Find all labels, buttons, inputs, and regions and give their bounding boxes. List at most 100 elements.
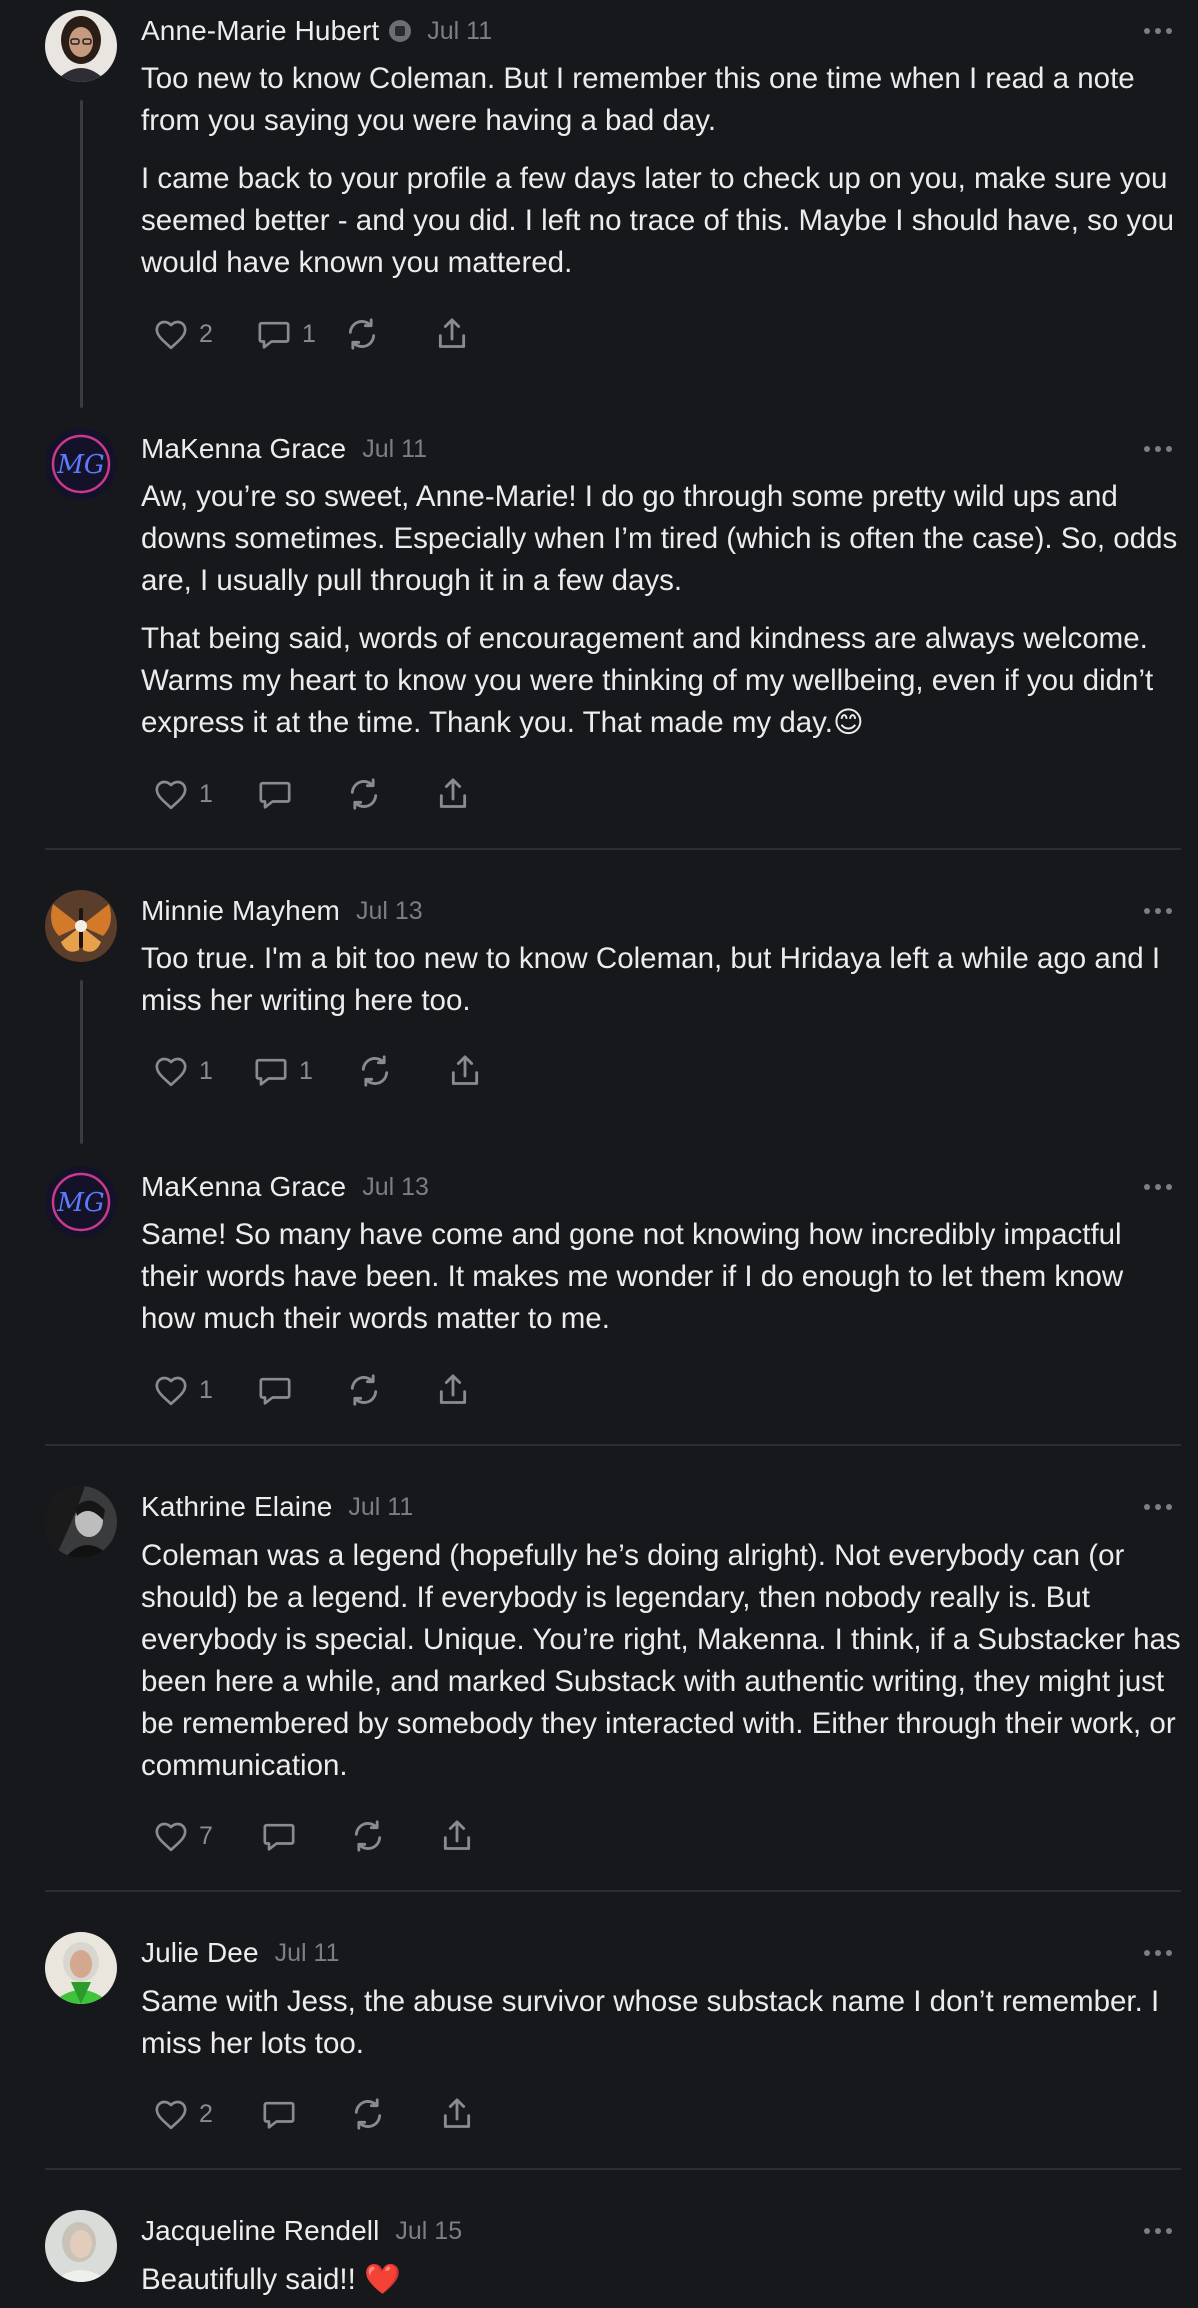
share-button[interactable] <box>437 2094 481 2134</box>
reply-count: 1 <box>299 1056 313 1085</box>
comment-body: Too new to know Coleman. But I remember … <box>141 58 1181 284</box>
author-name[interactable]: MaKenna Grace <box>141 1171 346 1203</box>
comment-paragraph: Coleman was a legend (hopefully he’s doi… <box>141 1539 1181 1782</box>
comment-date[interactable]: Jul 13 <box>362 1173 429 1202</box>
reply-button[interactable] <box>259 2094 348 2134</box>
more-dots-icon[interactable] <box>1136 1172 1180 1202</box>
share-icon <box>443 1820 471 1850</box>
author-name[interactable]: MaKenna Grace <box>141 433 346 465</box>
avatar-makenna-image: MG <box>45 428 117 500</box>
avatar-julie-image <box>45 1932 117 2004</box>
comment-paragraph: I came back to your profile a few days l… <box>141 162 1175 279</box>
share-button[interactable] <box>432 314 476 354</box>
restack-button[interactable] <box>348 1816 437 1856</box>
avatar[interactable] <box>45 1486 117 1558</box>
reply-count: 1 <box>302 319 316 348</box>
more-dots-icon[interactable] <box>1136 434 1180 464</box>
speech-bubble-icon <box>259 1377 291 1405</box>
comment-date[interactable]: Jul 11 <box>348 1493 413 1522</box>
comment-date[interactable]: Jul 13 <box>356 897 423 926</box>
author-name[interactable]: Kathrine Elaine <box>141 1491 332 1523</box>
more-dots-icon[interactable] <box>1136 896 1180 926</box>
like-button[interactable]: 1 <box>151 1051 251 1091</box>
reply-button[interactable]: 1 <box>251 1051 355 1091</box>
author-name[interactable]: Julie Dee <box>141 1937 259 1969</box>
comment-date[interactable]: Jul 11 <box>362 435 427 464</box>
divider <box>45 2168 1181 2170</box>
restack-button[interactable] <box>344 1370 433 1410</box>
divider <box>45 1444 1181 1446</box>
reply-button[interactable] <box>255 1370 344 1410</box>
restack-button[interactable] <box>342 314 432 354</box>
avatar[interactable] <box>45 1932 117 2004</box>
reply-button[interactable] <box>259 1816 348 1856</box>
share-button[interactable] <box>433 1370 477 1410</box>
heart-icon <box>155 2100 187 2130</box>
svg-text:MG: MG <box>56 450 104 480</box>
heart-icon <box>155 1057 187 1087</box>
subscriber-badge-icon <box>389 20 412 42</box>
comment-date[interactable]: Jul 11 <box>427 17 492 46</box>
comment-actions: 2 <box>151 2092 481 2136</box>
divider <box>45 848 1181 850</box>
avatar-minnie-image <box>45 890 117 962</box>
comment-paragraph: Too true. I'm a bit too new to know Cole… <box>141 942 1161 1017</box>
comment-header: MaKenna Grace Jul 11 <box>141 428 427 470</box>
avatar[interactable] <box>45 10 117 82</box>
speech-bubble-icon <box>263 1823 295 1851</box>
thread-line <box>80 100 83 408</box>
share-button[interactable] <box>445 1051 489 1091</box>
like-button[interactable]: 1 <box>151 774 255 814</box>
avatar[interactable]: MG <box>45 428 117 500</box>
comment-actions: 2 1 <box>151 312 476 356</box>
avatar[interactable] <box>45 2210 117 2282</box>
more-dots-icon[interactable] <box>1136 16 1180 46</box>
author-name[interactable]: Anne-Marie Hubert <box>141 15 379 47</box>
comment-body: Beautifully said!! ❤️ <box>141 2259 1181 2301</box>
author-name[interactable]: Minnie Mayhem <box>141 895 340 927</box>
restack-icon <box>354 1820 382 1852</box>
avatar[interactable]: MG <box>45 1166 117 1238</box>
more-dots-icon[interactable] <box>1136 2216 1180 2246</box>
share-icon <box>439 778 467 808</box>
share-icon <box>439 1374 467 1404</box>
restack-icon <box>350 778 378 810</box>
comment-header: Kathrine Elaine Jul 11 <box>141 1486 413 1528</box>
share-icon <box>443 2098 471 2128</box>
speech-bubble-icon <box>258 321 290 349</box>
heart-icon <box>155 780 187 810</box>
comment-date[interactable]: Jul 11 <box>275 1939 340 1968</box>
restack-button[interactable] <box>355 1051 445 1091</box>
restack-icon <box>361 1055 389 1087</box>
like-button[interactable]: 2 <box>151 2094 259 2134</box>
share-button[interactable] <box>437 1816 481 1856</box>
avatar[interactable] <box>45 890 117 962</box>
like-button[interactable]: 1 <box>151 1370 255 1410</box>
reply-button[interactable]: 1 <box>254 314 342 354</box>
more-dots-icon[interactable] <box>1136 1938 1180 1968</box>
like-count: 7 <box>199 1821 213 1850</box>
comment-header: Minnie Mayhem Jul 13 <box>141 890 423 932</box>
comment-date[interactable]: Jul 15 <box>395 2217 462 2246</box>
comment-paragraph: That being said, words of encouragement … <box>141 622 1154 739</box>
restack-button[interactable] <box>348 2094 437 2134</box>
author-name[interactable]: Jacqueline Rendell <box>141 2215 379 2247</box>
comment-paragraph: Beautifully said!! ❤️ <box>141 2263 401 2296</box>
speech-bubble-icon <box>263 2101 295 2129</box>
restack-button[interactable] <box>344 774 433 814</box>
reply-button[interactable] <box>255 774 344 814</box>
like-button[interactable]: 7 <box>151 1816 259 1856</box>
heart-icon <box>155 1822 187 1852</box>
avatar-makenna-image: MG <box>45 1166 117 1238</box>
speech-bubble-icon <box>255 1058 287 1086</box>
comment-body: Same! So many have come and gone not kno… <box>141 1214 1181 1340</box>
share-button[interactable] <box>433 774 477 814</box>
like-button[interactable]: 2 <box>151 314 254 354</box>
svg-text:MG: MG <box>56 1188 104 1218</box>
restack-icon <box>348 318 376 350</box>
like-count: 2 <box>199 319 213 348</box>
comment-actions: 1 1 <box>151 1049 489 1093</box>
like-count: 1 <box>199 779 213 808</box>
comment-body: Aw, you’re so sweet, Anne-Marie! I do go… <box>141 476 1181 744</box>
more-dots-icon[interactable] <box>1136 1492 1180 1522</box>
